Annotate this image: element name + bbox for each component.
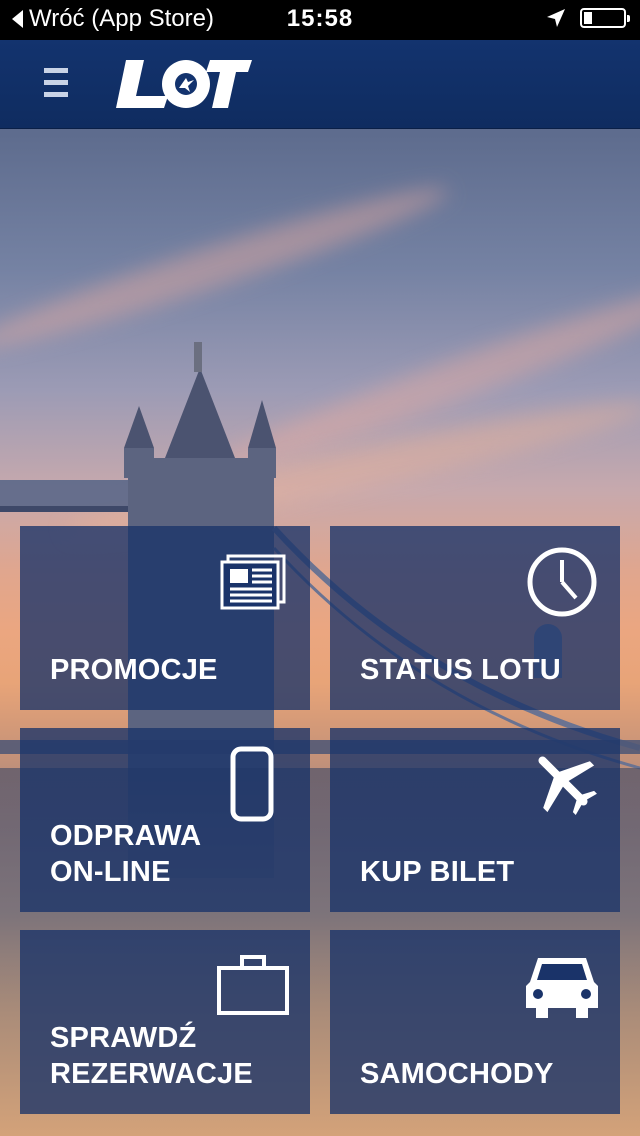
app-header — [0, 40, 640, 129]
tile-sprawdz-rezerwacje[interactable]: SPRAWDŹ REZERWACJE — [20, 930, 310, 1114]
status-bar: Wróć (App Store) 15:58 — [0, 0, 640, 40]
car-icon — [526, 958, 598, 1018]
tile-label: SAMOCHODY — [360, 1058, 554, 1090]
tile-status-lotu[interactable]: STATUS LOTU — [330, 526, 620, 710]
tile-samochody[interactable]: SAMOCHODY — [330, 930, 620, 1114]
lot-logo — [116, 58, 252, 110]
clock-icon — [527, 547, 597, 617]
smartphone-icon — [230, 746, 274, 822]
tile-label: KUP BILET — [360, 856, 515, 888]
tile-label: STATUS LOTU — [360, 654, 561, 686]
location-arrow-icon — [547, 9, 565, 27]
hamburger-menu-icon[interactable] — [44, 68, 68, 100]
tile-label: PROMOCJE — [50, 654, 218, 686]
newspaper-icon — [220, 554, 286, 610]
status-time: 15:58 — [286, 5, 354, 32]
tile-label: ODPRAWA ON-LINE — [50, 820, 202, 888]
airplane-icon — [538, 756, 597, 815]
briefcase-icon — [217, 955, 289, 1015]
tile-label: SPRAWDŹ REZERWACJE — [50, 1022, 253, 1090]
tile-odprawa-online[interactable]: ODPRAWA ON-LINE — [20, 728, 310, 912]
tile-kup-bilet[interactable]: KUP BILET — [330, 728, 620, 912]
tile-promocje[interactable]: PROMOCJE — [20, 526, 310, 710]
battery-icon — [580, 8, 630, 28]
